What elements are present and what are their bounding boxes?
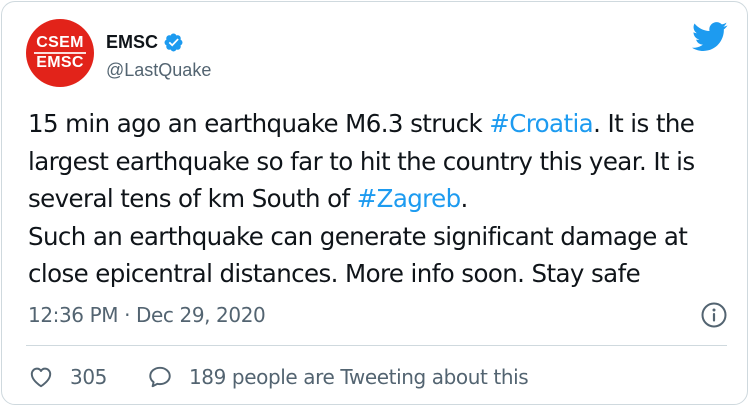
tweet-text-segment: Such an earthquake can generate signific… [28, 221, 688, 289]
tweet-text: 15 min ago an earthquake M6.3 struck #Cr… [28, 105, 733, 293]
like-button[interactable]: 305 [28, 364, 107, 390]
author-name-row: EMSC [106, 32, 184, 53]
tweet-text-segment: 15 min ago an earthquake M6.3 struck [28, 109, 490, 138]
tweet-date: Dec 29, 2020 [136, 303, 266, 327]
tweet-actions: 305 189 people are Tweeting about this [28, 364, 529, 390]
verified-badge-icon [164, 33, 183, 52]
info-icon[interactable] [701, 302, 727, 328]
tweet-text-segment: . [460, 184, 469, 213]
like-count: 305 [70, 365, 107, 389]
divider [26, 345, 727, 346]
tweet-time: 12:36 PM [28, 303, 119, 327]
twitter-bird-icon[interactable] [692, 22, 728, 52]
avatar-line-2: EMSC [36, 54, 84, 71]
tweet-card: CSEM EMSC EMSC @LastQuake 15 min ago an … [1, 1, 748, 405]
hashtag-link[interactable]: #Zagreb [357, 184, 461, 213]
heart-icon [30, 367, 52, 388]
speech-bubble-icon [149, 366, 171, 388]
tweet-timestamp[interactable]: 12:36 PM · Dec 29, 2020 [28, 303, 266, 327]
author-handle[interactable]: @LastQuake [106, 60, 211, 81]
conversation-text: 189 people are Tweeting about this [188, 365, 529, 389]
timestamp-separator: · [124, 303, 131, 327]
hashtag-link[interactable]: #Croatia [489, 109, 593, 138]
conversation-button[interactable]: 189 people are Tweeting about this [147, 364, 529, 390]
avatar[interactable]: CSEM EMSC [26, 19, 94, 87]
author-name[interactable]: EMSC [106, 32, 158, 53]
avatar-line-1: CSEM [36, 34, 84, 51]
